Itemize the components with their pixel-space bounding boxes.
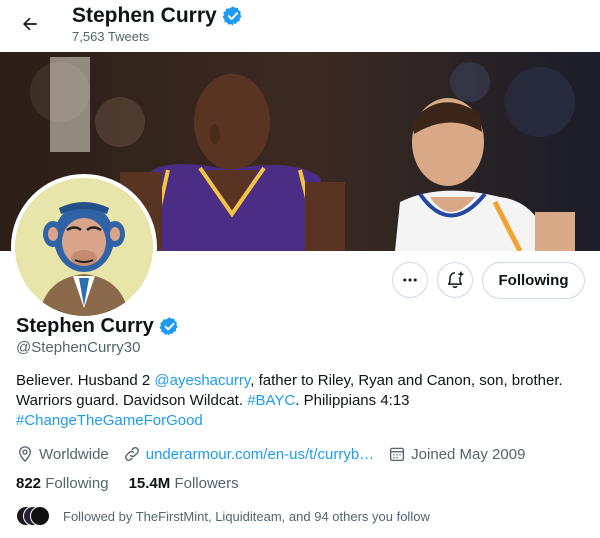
arrow-left-icon	[23, 17, 37, 31]
following-count-link[interactable]: 822 Following	[16, 475, 109, 492]
verified-badge-icon	[159, 317, 178, 336]
website-link[interactable]: underarmour.com/en-us/t/curryb…	[146, 446, 374, 463]
profile-meta: Worldwide underarmour.com/en-us/t/curryb…	[16, 443, 539, 465]
location-text: Worldwide	[39, 445, 109, 463]
tweet-count: 7,563 Tweets	[72, 29, 150, 44]
bio-mention-link[interactable]: @ayeshacurry	[154, 372, 250, 389]
avatar	[30, 506, 50, 526]
following-count: 822	[16, 475, 42, 492]
header-title: Stephen Curry	[72, 4, 217, 27]
profile-header-bar: Stephen Curry 7,563 Tweets	[0, 0, 600, 52]
followers-count: 15.4M	[128, 475, 171, 492]
website-item: underarmour.com/en-us/t/curryb…	[123, 445, 374, 463]
followers-count-link[interactable]: 15.4M Followers	[129, 475, 239, 492]
followed-by-text: Followed by TheFirstMint, Liquiditeam, a…	[63, 508, 430, 524]
profile-handle: @StephenCurry30	[16, 339, 141, 356]
followers-label: Followers	[174, 475, 239, 492]
profile-avatar[interactable]	[11, 174, 157, 320]
profile-name: Stephen Curry	[16, 315, 154, 337]
verified-badge-icon	[222, 6, 242, 26]
following-button[interactable]: Following	[482, 262, 585, 299]
calendar-icon	[390, 447, 405, 462]
bio-hashtag-link[interactable]: #ChangeTheGameForGood	[16, 412, 203, 429]
bell-plus-icon	[448, 271, 464, 289]
link-icon	[124, 447, 139, 461]
following-label: Following	[45, 475, 109, 492]
followed-by-row[interactable]: Followed by TheFirstMint, Liquiditeam, a…	[16, 505, 430, 527]
joined-text: Joined May 2009	[411, 445, 526, 463]
bio-text: Believer. Husband 2	[16, 372, 155, 389]
follow-counts: 822 Following 15.4M Followers	[16, 475, 239, 492]
profile-name-row: Stephen Curry	[16, 315, 180, 338]
follower-avatars	[16, 506, 50, 526]
joined-item: Joined May 2009	[388, 445, 525, 463]
profile-bio: Believer. Husband 2 @ayeshacurry, father…	[16, 371, 591, 431]
more-dots-icon	[403, 278, 417, 282]
location-item: Worldwide	[16, 445, 109, 463]
bio-hashtag-link[interactable]: #BAYC	[247, 392, 295, 409]
location-pin-icon	[19, 446, 31, 463]
bio-text: . Philippians 4:13	[295, 392, 410, 409]
notifications-button[interactable]	[437, 262, 473, 298]
back-button[interactable]	[14, 8, 46, 40]
header-title-row: Stephen Curry	[72, 4, 244, 28]
more-button[interactable]	[392, 262, 428, 298]
